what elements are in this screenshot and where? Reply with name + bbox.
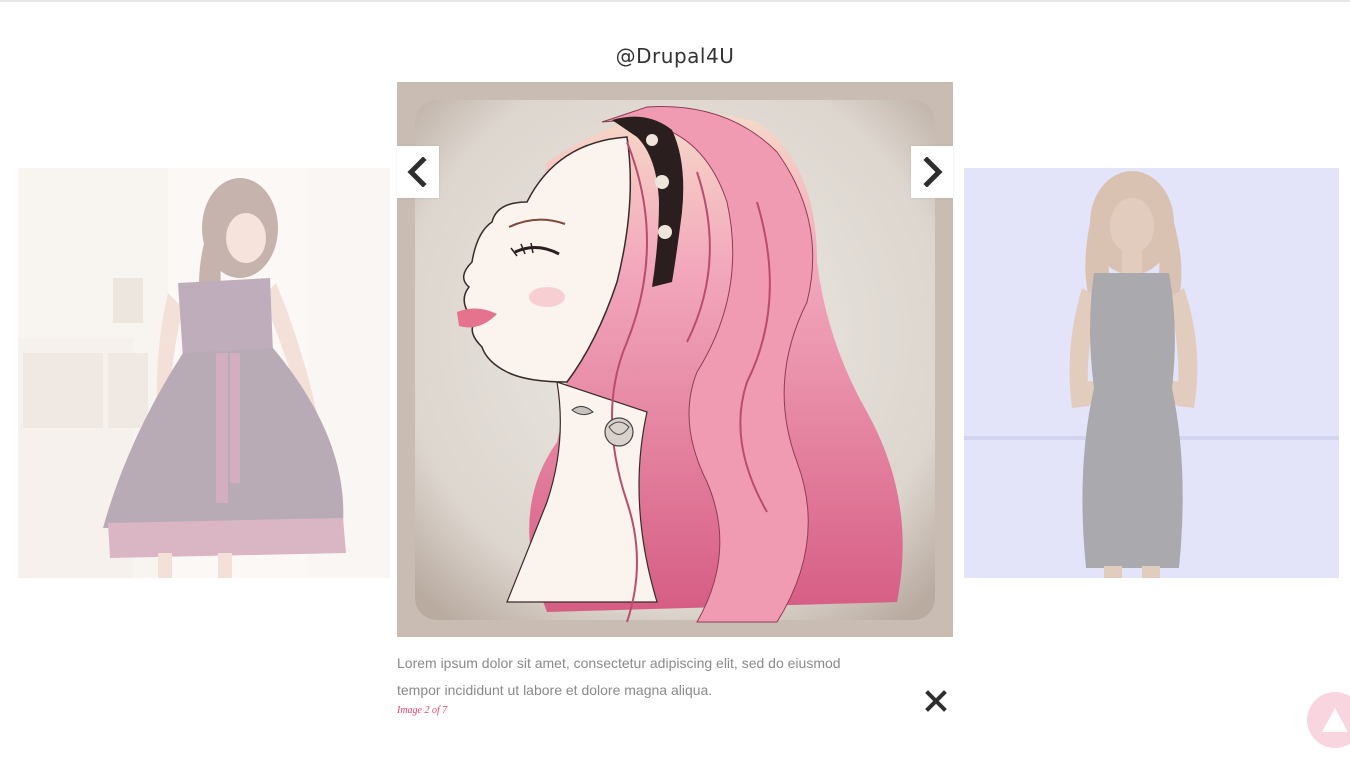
close-button[interactable] [921,686,951,716]
dress-photo-right [964,168,1339,578]
lightbox-stage: @Drupal4U Lorem ipsum dolor sit amet, co… [0,0,1350,760]
pink-hair-illustration [397,82,953,637]
scroll-to-top-button[interactable] [1307,692,1350,748]
next-button[interactable] [911,146,953,198]
image-caption: Lorem ipsum dolor sit amet, consectetur … [397,655,841,698]
previous-image-thumbnail[interactable] [18,168,390,578]
main-image [397,82,953,637]
close-icon [925,690,947,712]
lightbox-title: @Drupal4U [615,44,735,68]
previous-button[interactable] [397,146,439,198]
image-counter: Image 2 of 7 [397,705,448,716]
next-image-thumbnail[interactable] [964,168,1339,578]
chevron-right-icon [923,157,943,187]
dress-photo-left [18,168,390,578]
top-divider [0,0,1350,2]
arrow-up-icon [1322,708,1348,732]
chevron-left-icon [407,157,427,187]
